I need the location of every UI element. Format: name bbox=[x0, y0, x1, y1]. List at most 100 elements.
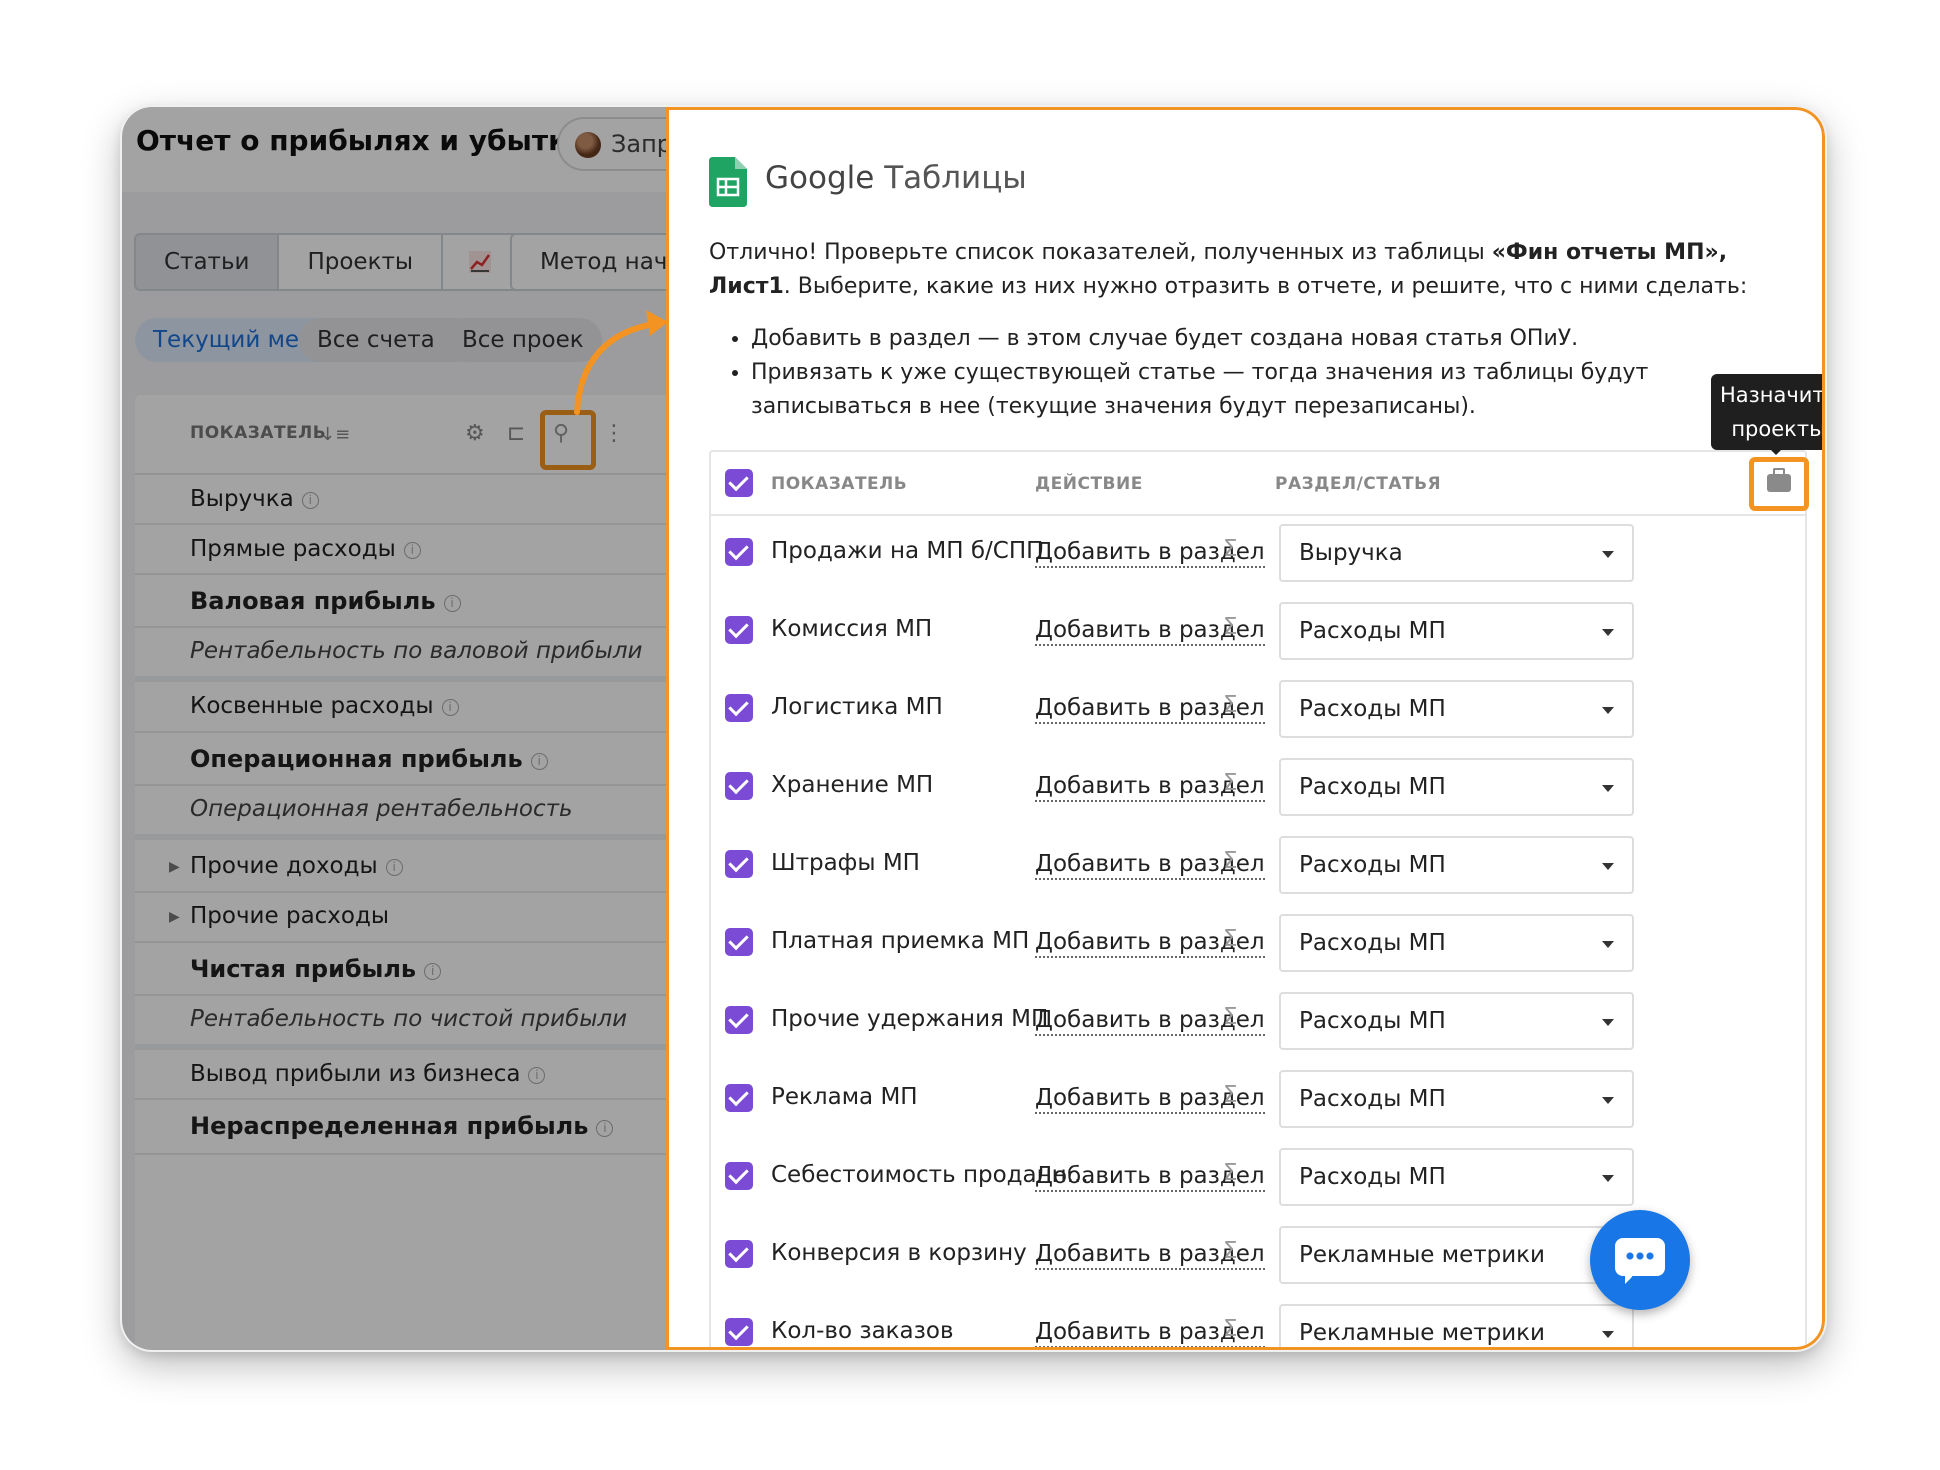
indicator-name: Штрафы МП bbox=[771, 850, 920, 876]
section-select[interactable]: Рекламные метрики bbox=[1279, 1226, 1634, 1284]
row-checkbox[interactable] bbox=[725, 1240, 753, 1268]
indicator-name: Реклама МП bbox=[771, 1084, 918, 1110]
row-checkbox[interactable] bbox=[725, 850, 753, 878]
chat-dots bbox=[1625, 1252, 1655, 1260]
chevron-down-icon bbox=[1602, 785, 1614, 798]
table-row: Прочие удержания МП Добавить в раздел Σ Рас… bbox=[711, 984, 1807, 1062]
indicator-name: Продажи на МП б/СПП bbox=[771, 538, 1044, 564]
section-value: Расходы МП bbox=[1299, 1008, 1446, 1034]
chevron-down-icon bbox=[1602, 1097, 1614, 1110]
brand-product: Таблицы bbox=[884, 160, 1027, 196]
intro-suffix: . Выберите, какие из них нужно отразить … bbox=[783, 274, 1748, 299]
sigma-icon[interactable]: Σ bbox=[1223, 1238, 1238, 1264]
section-value: Расходы МП bbox=[1299, 1086, 1446, 1112]
table-row: Логистика МП Добавить в раздел Σ Расходы МП bbox=[711, 672, 1807, 750]
action-column-header: ДЕЙСТВИЕ bbox=[1035, 474, 1143, 494]
row-checkbox[interactable] bbox=[725, 616, 753, 644]
sigma-icon[interactable]: Σ bbox=[1223, 770, 1238, 796]
section-select[interactable]: Расходы МП bbox=[1279, 992, 1634, 1050]
chevron-down-icon bbox=[1602, 941, 1614, 954]
section-value: Расходы МП bbox=[1299, 852, 1446, 878]
indicator-name: Логистика МП bbox=[771, 694, 943, 720]
section-select[interactable]: Расходы МП bbox=[1279, 680, 1634, 738]
section-value: Расходы МП bbox=[1299, 1164, 1446, 1190]
indicator-name: Платная приемка МП bbox=[771, 928, 1030, 954]
section-column-header: РАЗДЕЛ/СТАТЬЯ bbox=[1275, 474, 1442, 494]
chevron-down-icon bbox=[1602, 629, 1614, 642]
dialog-intro: Отлично! Проверьте список показателей, п… bbox=[709, 236, 1809, 304]
brand-google: Google bbox=[765, 160, 875, 196]
section-select[interactable]: Расходы МП bbox=[1279, 602, 1634, 660]
tooltip-line: Назначить bbox=[1719, 383, 1825, 407]
sigma-icon[interactable]: Σ bbox=[1223, 1082, 1238, 1108]
briefcase-icon bbox=[1767, 468, 1791, 492]
section-value: Расходы МП bbox=[1299, 618, 1446, 644]
assign-projects-tooltip: Назначить проекты bbox=[1711, 374, 1825, 455]
chevron-down-icon bbox=[1602, 1019, 1614, 1032]
section-select[interactable]: Рекламные метрики bbox=[1279, 1304, 1634, 1347]
indicator-name: Комиссия МП bbox=[771, 616, 933, 642]
screenshot-frame: Отчет о прибылях и убытках Запр Статьи П… bbox=[122, 107, 1825, 1350]
row-checkbox[interactable] bbox=[725, 772, 753, 800]
table-row: Комиссия МП Добавить в раздел Σ Расходы МП bbox=[711, 594, 1807, 672]
section-value: Выручка bbox=[1299, 540, 1403, 566]
assign-projects-button[interactable] bbox=[1749, 457, 1809, 511]
table-row: Хранение МП Добавить в раздел Σ Расходы МП bbox=[711, 750, 1807, 828]
indicator-name: Хранение МП bbox=[771, 772, 934, 798]
table-row: Себестоимость проданн... Добавить в разде… bbox=[711, 1140, 1807, 1218]
list-item: Привязать к уже существующей статье — то… bbox=[751, 356, 1799, 424]
table-row: Штрафы МП Добавить в раздел Σ Расходы МП bbox=[711, 828, 1807, 906]
chevron-down-icon bbox=[1602, 707, 1614, 720]
intro-prefix: Отлично! Проверьте список показателей, п… bbox=[709, 240, 1492, 265]
indicator-name: Прочие удержания МП bbox=[771, 1006, 1049, 1032]
section-value: Расходы МП bbox=[1299, 774, 1446, 800]
sigma-icon[interactable]: Σ bbox=[1223, 614, 1238, 640]
row-checkbox[interactable] bbox=[725, 1318, 753, 1346]
section-select[interactable]: Расходы МП bbox=[1279, 914, 1634, 972]
section-value: Расходы МП bbox=[1299, 930, 1446, 956]
sigma-icon[interactable]: Σ bbox=[1223, 536, 1238, 562]
chevron-down-icon bbox=[1602, 1331, 1614, 1344]
section-value: Расходы МП bbox=[1299, 696, 1446, 722]
indicator-name: Конверсия в корзину bbox=[771, 1240, 1027, 1266]
chevron-down-icon bbox=[1602, 1175, 1614, 1188]
sigma-icon[interactable]: Σ bbox=[1223, 926, 1238, 952]
row-checkbox[interactable] bbox=[725, 694, 753, 722]
section-select[interactable]: Выручка bbox=[1279, 524, 1634, 582]
row-checkbox[interactable] bbox=[725, 1006, 753, 1034]
sigma-icon[interactable]: Σ bbox=[1223, 848, 1238, 874]
dialog-title: Google Таблицы bbox=[765, 160, 1027, 196]
table-row: Продажи на МП б/СПП Добавить в раздел Σ Выр… bbox=[711, 516, 1807, 594]
pointer-arrow-icon bbox=[574, 310, 668, 415]
row-checkbox[interactable] bbox=[725, 538, 753, 566]
row-checkbox[interactable] bbox=[725, 1162, 753, 1190]
section-value: Рекламные метрики bbox=[1299, 1320, 1546, 1346]
import-dialog: Google Таблицы Отлично! Проверьте список… bbox=[666, 107, 1825, 1350]
chevron-down-icon bbox=[1602, 863, 1614, 876]
section-select[interactable]: Расходы МП bbox=[1279, 1148, 1634, 1206]
indicator-name: Кол-во заказов bbox=[771, 1318, 954, 1344]
chat-button[interactable] bbox=[1590, 1210, 1690, 1310]
section-select[interactable]: Расходы МП bbox=[1279, 1070, 1634, 1128]
report-page: Отчет о прибылях и убытках Запр Статьи П… bbox=[122, 107, 770, 1350]
sigma-icon[interactable]: Σ bbox=[1223, 1160, 1238, 1186]
tooltip-line: проекты bbox=[1731, 417, 1825, 441]
section-select[interactable]: Расходы МП bbox=[1279, 836, 1634, 894]
table-row: Платная приемка МП Добавить в раздел Σ Расх… bbox=[711, 906, 1807, 984]
table-row: Реклама МП Добавить в раздел Σ Расходы МП bbox=[711, 1062, 1807, 1140]
sigma-icon[interactable]: Σ bbox=[1223, 1004, 1238, 1030]
section-select[interactable]: Расходы МП bbox=[1279, 758, 1634, 816]
row-checkbox[interactable] bbox=[725, 1084, 753, 1112]
chevron-down-icon bbox=[1602, 551, 1614, 564]
select-all-checkbox[interactable] bbox=[725, 469, 753, 497]
indicators-table-header: ПОКАЗАТЕЛЬ ДЕЙСТВИЕ РАЗДЕЛ/СТАТЬЯ bbox=[711, 452, 1809, 516]
indicator-column-header: ПОКАЗАТЕЛЬ bbox=[771, 474, 908, 494]
row-checkbox[interactable] bbox=[725, 928, 753, 956]
sigma-icon[interactable]: Σ bbox=[1223, 1316, 1238, 1342]
google-sheets-logo-icon bbox=[709, 157, 747, 207]
modal-overlay[interactable] bbox=[122, 107, 682, 1350]
list-item: Добавить в раздел — в этом случае будет … bbox=[751, 322, 1799, 356]
instructions-list: Добавить в раздел — в этом случае будет … bbox=[729, 322, 1799, 424]
sigma-icon[interactable]: Σ bbox=[1223, 692, 1238, 718]
section-value: Рекламные метрики bbox=[1299, 1242, 1546, 1268]
